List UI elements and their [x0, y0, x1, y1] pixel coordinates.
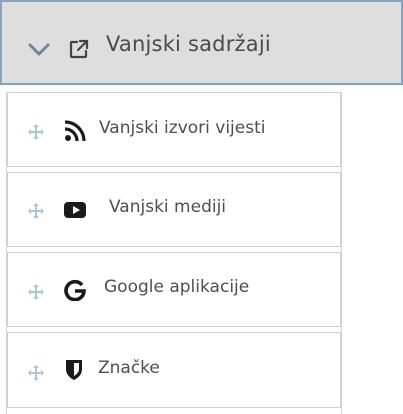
- drag-handle-icon[interactable]: [28, 124, 44, 140]
- sortable-list: Vanjski izvori vijesti Vanjski mediji Go…: [6, 92, 342, 414]
- rss-icon: [64, 120, 86, 142]
- shield-icon: [66, 360, 82, 380]
- drag-handle-icon[interactable]: [28, 284, 44, 300]
- list-item-external-news[interactable]: Vanjski izvori vijesti: [7, 92, 341, 167]
- section-title: Vanjski sadržaji: [106, 32, 271, 56]
- drag-handle-icon[interactable]: [28, 365, 44, 381]
- list-item-external-media[interactable]: Vanjski mediji: [7, 172, 341, 247]
- list-item-label: Vanjski izvori vijesti: [99, 118, 266, 138]
- list-item-badges[interactable]: Značke: [7, 332, 341, 408]
- list-item-label: Značke: [98, 358, 160, 378]
- list-item-label: Google aplikacije: [104, 277, 250, 297]
- section-header-external-content[interactable]: Vanjski sadržaji: [0, 0, 403, 85]
- google-icon: [64, 279, 86, 301]
- external-link-icon: [69, 39, 89, 59]
- list-item-google-apps[interactable]: Google aplikacije: [7, 252, 341, 327]
- drag-handle-icon[interactable]: [28, 203, 44, 219]
- chevron-down-icon[interactable]: [28, 43, 50, 57]
- youtube-icon: [64, 202, 86, 218]
- list-item-label: Vanjski mediji: [109, 197, 227, 217]
